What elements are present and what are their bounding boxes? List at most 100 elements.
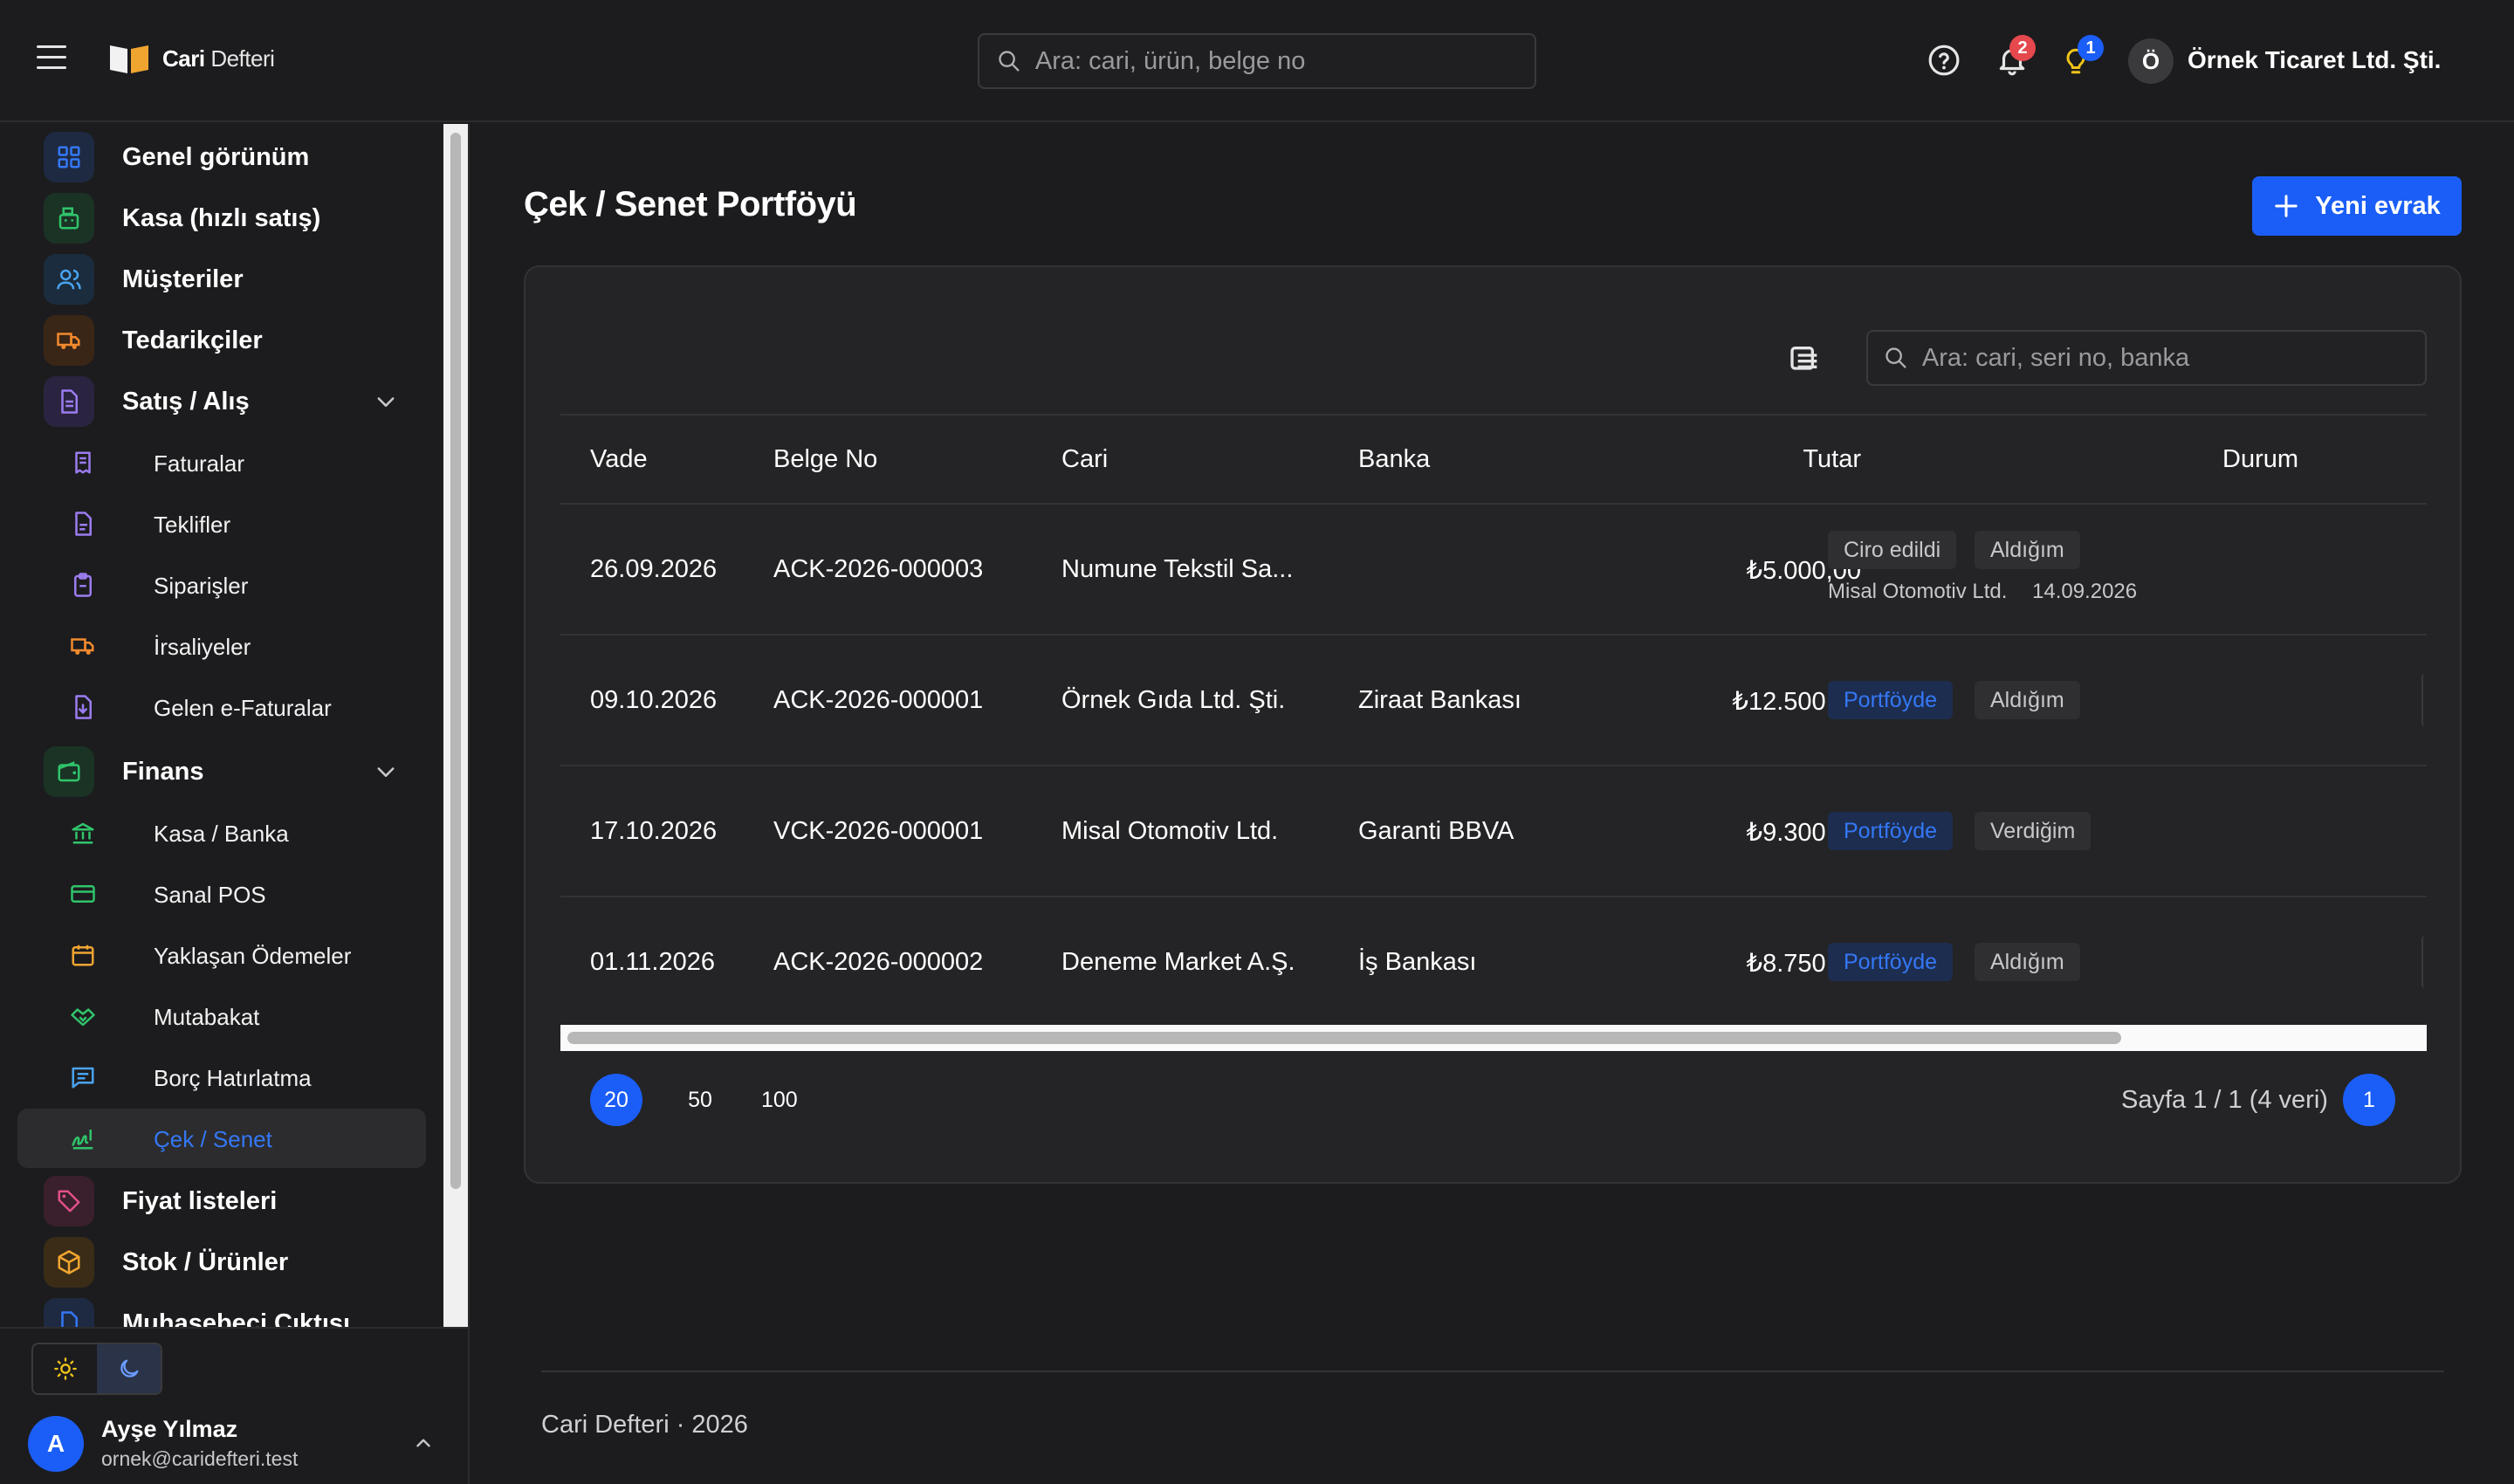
table-search[interactable]: [1866, 330, 2427, 386]
sidebar-scrollbar[interactable]: [443, 124, 468, 1327]
tips-button[interactable]: 1: [2058, 35, 2111, 87]
sidebar-item-customers[interactable]: Müşteriler: [0, 251, 443, 307]
table-row[interactable]: 26.09.2026 ACK-2026-000003 Numune Teksti…: [560, 505, 2427, 636]
page-button-1[interactable]: 1: [2343, 1074, 2395, 1126]
sidebar: Genel görünüm Kasa (hızlı satış) Müşteri…: [0, 124, 470, 1484]
sidebar-item-accountant-export[interactable]: Muhasebeci Çıktısı: [0, 1295, 443, 1327]
table-search-input[interactable]: [1921, 343, 2425, 373]
cell-due-date: 01.11.2026: [590, 948, 715, 976]
sidebar-item-checks-notes[interactable]: Çek / Senet: [17, 1109, 426, 1168]
status-badge: Ciro edildi: [1828, 531, 1957, 569]
sidebar-item-reconciliation[interactable]: Mutabakat: [0, 986, 443, 1046]
status-badge: Portföyde: [1828, 681, 1954, 719]
sidebar-item-stock[interactable]: Stok / Ürünler: [0, 1234, 443, 1290]
sidebar-item-label: Stok / Ürünler: [122, 1248, 289, 1276]
sidebar-item-invoices[interactable]: Faturalar: [0, 433, 443, 492]
sidebar-item-sales[interactable]: Satış / Alış: [0, 374, 443, 429]
column-header-status[interactable]: Durum: [2222, 445, 2298, 474]
sidebar-item-quotes[interactable]: Teklifler: [0, 494, 443, 553]
cell-bank: İş Bankası: [1358, 948, 1477, 976]
brand-logo[interactable]: Cari Defteri: [108, 42, 275, 75]
column-header-document-no[interactable]: Belge No: [773, 445, 877, 474]
new-document-label: Yeni evrak: [2315, 191, 2441, 220]
dark-mode-button[interactable]: [97, 1344, 161, 1393]
table-row[interactable]: 17.10.2026 VCK-2026-000001 Misal Otomoti…: [560, 766, 2427, 897]
column-header-amount[interactable]: Tutar: [1686, 445, 1861, 474]
chevron-down-icon[interactable]: [374, 759, 398, 784]
receipt-icon: [75, 451, 91, 474]
help-icon[interactable]: [1927, 44, 1961, 77]
sidebar-item-label: Muhasebeci Çıktısı: [122, 1309, 351, 1327]
plus-icon: [2275, 195, 2298, 217]
grid-icon: [44, 132, 94, 182]
tag-icon: [44, 1176, 94, 1226]
light-mode-button[interactable]: [33, 1344, 97, 1393]
row-actions-edge[interactable]: [2421, 936, 2427, 988]
direction-badge: Aldığım: [1975, 531, 2080, 569]
cell-due-date: 09.10.2026: [590, 686, 718, 714]
notifications-button[interactable]: 2: [1992, 35, 2044, 87]
box-icon: [44, 1237, 94, 1288]
cell-document-no: ACK-2026-000002: [773, 948, 984, 976]
search-icon: [1886, 347, 1906, 368]
column-header-bank[interactable]: Banka: [1358, 445, 1430, 474]
notifications-badge: 2: [2009, 35, 2036, 61]
sidebar-item-price-lists[interactable]: Fiyat listeleri: [0, 1173, 443, 1229]
sidebar-item-upcoming-payments[interactable]: Yaklaşan Ödemeler: [0, 925, 443, 985]
sidebar-item-label: Kasa / Banka: [154, 821, 289, 847]
sidebar-item-label: Faturalar: [154, 450, 245, 477]
sidebar-item-dashboard[interactable]: Genel görünüm: [0, 129, 443, 185]
sidebar-scrollbar-thumb[interactable]: [450, 133, 461, 1189]
page-size-100[interactable]: 100: [749, 1074, 810, 1126]
row-actions-edge[interactable]: [2421, 674, 2427, 726]
table-scrollbar-thumb[interactable]: [567, 1032, 2121, 1044]
sidebar-item-label: Fiyat listeleri: [122, 1187, 278, 1215]
sidebar-item-virtual-pos[interactable]: Sanal POS: [0, 864, 443, 924]
new-document-button[interactable]: Yeni evrak: [2252, 176, 2462, 236]
table-row[interactable]: 01.11.2026 ACK-2026-000002 Deneme Market…: [560, 897, 2427, 1028]
sidebar-item-suppliers[interactable]: Tedarikçiler: [0, 313, 443, 368]
page-size-20[interactable]: 20: [590, 1074, 642, 1126]
cell-bank: Ziraat Bankası: [1358, 686, 1521, 714]
sidebar-item-label: Satış / Alış: [122, 388, 250, 416]
user-menu[interactable]: A Ayşe Yılmaz ornek@caridefteri.test: [28, 1412, 447, 1475]
document-icon: [44, 376, 94, 427]
truck-icon: [44, 315, 94, 366]
divider: [0, 1327, 468, 1329]
page-title: Çek / Senet Portföyü: [524, 185, 857, 223]
global-search-input[interactable]: [1034, 46, 1535, 76]
table-row[interactable]: 09.10.2026 ACK-2026-000001 Örnek Gıda Lt…: [560, 636, 2427, 766]
sidebar-item-label: Siparişler: [154, 573, 249, 599]
message-icon: [72, 1067, 94, 1089]
avatar: A: [28, 1416, 84, 1472]
sidebar-item-label: Kasa (hızlı satış): [122, 204, 321, 232]
column-header-due-date[interactable]: Vade: [590, 445, 648, 474]
sidebar-item-label: İrsaliyeler: [154, 634, 251, 660]
sidebar-item-debt-reminder[interactable]: Borç Hatırlatma: [0, 1048, 443, 1107]
global-search[interactable]: [978, 33, 1536, 89]
company-avatar[interactable]: Ö: [2128, 38, 2174, 84]
chevron-down-icon[interactable]: [374, 389, 398, 414]
page-size-50[interactable]: 50: [674, 1074, 726, 1126]
menu-icon[interactable]: [37, 45, 66, 72]
brand-name: Cari Defteri: [162, 45, 275, 72]
company-name[interactable]: Örnek Ticaret Ltd. Şti.: [2188, 46, 2441, 74]
column-header-account[interactable]: Cari: [1061, 445, 1108, 474]
cell-due-date: 17.10.2026: [590, 817, 718, 845]
chevron-up-icon[interactable]: [412, 1432, 435, 1454]
cell-bank: Garanti BBVA: [1358, 817, 1515, 845]
sidebar-item-pos[interactable]: Kasa (hızlı satış): [0, 190, 443, 246]
cell-account: Örnek Gıda Ltd. Şti.: [1061, 686, 1286, 714]
columns-toggle-icon[interactable]: [1788, 342, 1823, 377]
theme-toggle[interactable]: [31, 1343, 162, 1395]
sidebar-item-waybills[interactable]: İrsaliyeler: [0, 616, 443, 676]
sidebar-item-cash-bank[interactable]: Kasa / Banka: [0, 803, 443, 862]
sidebar-item-orders[interactable]: Siparişler: [0, 555, 443, 615]
clipboard-icon: [74, 573, 92, 597]
table-horizontal-scrollbar[interactable]: [560, 1025, 2427, 1051]
sidebar-item-finance[interactable]: Finans: [0, 744, 443, 800]
sidebar-item-incoming-einvoices[interactable]: Gelen e-Faturalar: [0, 677, 443, 737]
handshake-icon: [71, 1008, 95, 1027]
table-header: Vade Belge No Cari Banka Tutar Durum: [560, 414, 2427, 505]
calendar-icon: [72, 945, 94, 966]
